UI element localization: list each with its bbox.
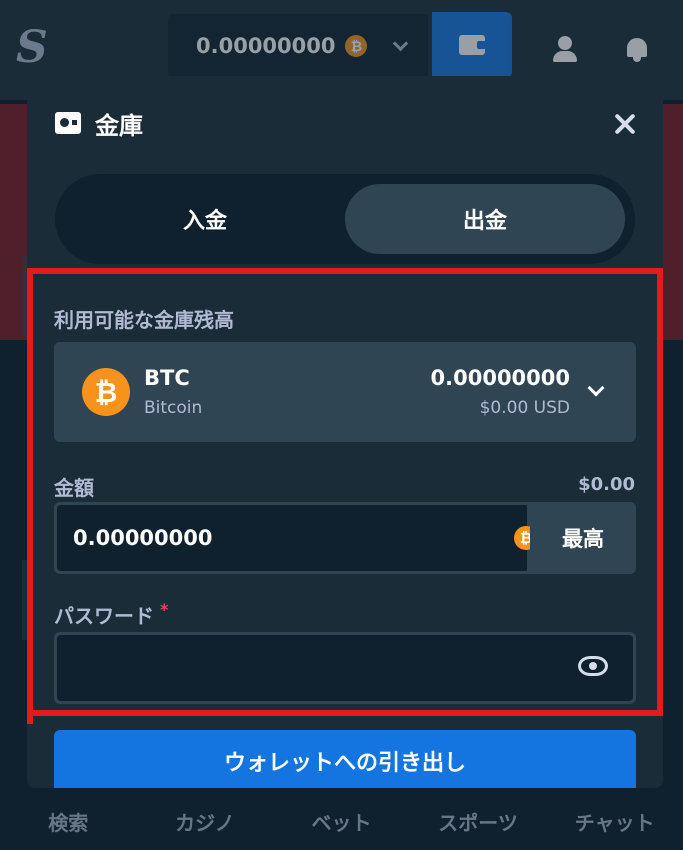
balance-selector[interactable]: 0.00000000 ₿ (168, 14, 428, 78)
btc-coin-icon: ₿ (345, 35, 368, 57)
close-icon[interactable] (611, 110, 639, 138)
bell-icon[interactable] (624, 36, 650, 62)
highlight-box (27, 268, 663, 716)
modal-header: 金庫 (27, 76, 663, 172)
vault-modal: 金庫 入金 出金 利用可能な金庫残高 ₿ BTC Bitcoin 0.00000… (27, 76, 663, 788)
withdraw-to-wallet-button[interactable]: ウォレットへの引き出し (54, 730, 636, 788)
nav-sports[interactable]: スポーツ (418, 807, 538, 836)
bottom-nav: 検索 カジノ ベット スポーツ チャット (0, 784, 683, 850)
nav-bets[interactable]: ベット (281, 807, 401, 836)
nav-search[interactable]: 検索 (8, 807, 128, 836)
modal-title: 金庫 (95, 112, 143, 140)
wallet-icon (459, 35, 487, 55)
site-logo[interactable]: S (16, 22, 48, 73)
vault-icon (55, 112, 81, 134)
nav-chat[interactable]: チャット (555, 807, 675, 836)
balance-value: 0.00000000 (196, 34, 336, 58)
user-icon[interactable] (552, 36, 578, 62)
chevron-down-icon (393, 35, 409, 51)
wallet-button[interactable] (432, 12, 512, 78)
highlight-box-left-edge (27, 268, 33, 724)
vault-tabs: 入金 出金 (55, 174, 635, 264)
nav-casino[interactable]: カジノ (145, 807, 265, 836)
tab-deposit[interactable]: 入金 (65, 184, 345, 254)
tab-withdraw[interactable]: 出金 (345, 184, 625, 254)
